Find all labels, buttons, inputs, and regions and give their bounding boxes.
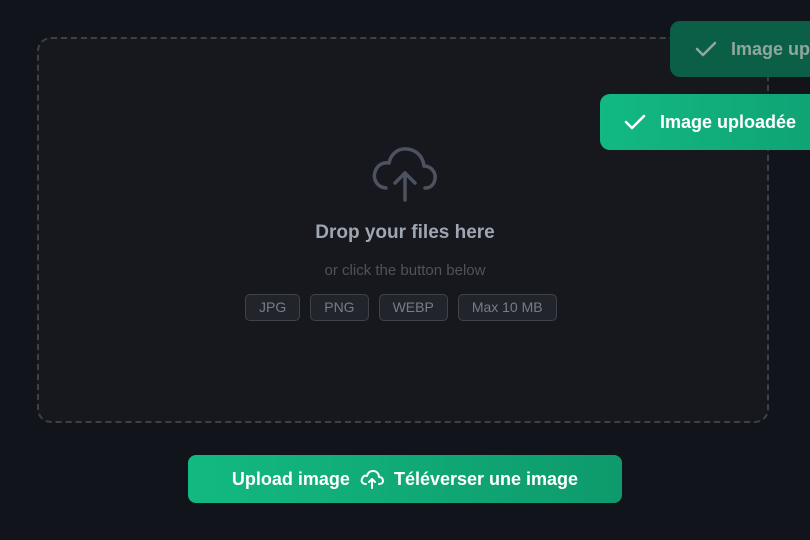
toast-text: Image uploadée [660, 111, 797, 132]
cloud-upload-icon [372, 147, 437, 202]
dropzone-title: Drop your files here [315, 222, 495, 243]
upload-button-label-fr: Téléverser une image [393, 468, 579, 489]
upload-button-label-en: Upload image [231, 468, 350, 489]
max-size-chip: Max 10 MB [457, 294, 557, 321]
toast-text: Image up [731, 38, 810, 59]
check-icon [695, 41, 717, 57]
format-chips: JPG PNG WEBP Max 10 MB [245, 294, 557, 321]
check-icon [624, 114, 646, 130]
cloud-upload-icon [360, 470, 384, 489]
upload-image-button[interactable]: Upload image Téléverser une image [188, 455, 622, 503]
upload-screen: Drop your files here or click the button… [0, 0, 810, 540]
dropzone-subtitle: or click the button below [324, 262, 486, 279]
format-chip-jpg: JPG [245, 294, 301, 321]
toast-notification-front: Image uploadée [600, 94, 810, 150]
format-chip-webp: WEBP [378, 294, 448, 321]
toast-notification-back: Image up [670, 21, 810, 77]
format-chip-png: PNG [310, 294, 369, 321]
